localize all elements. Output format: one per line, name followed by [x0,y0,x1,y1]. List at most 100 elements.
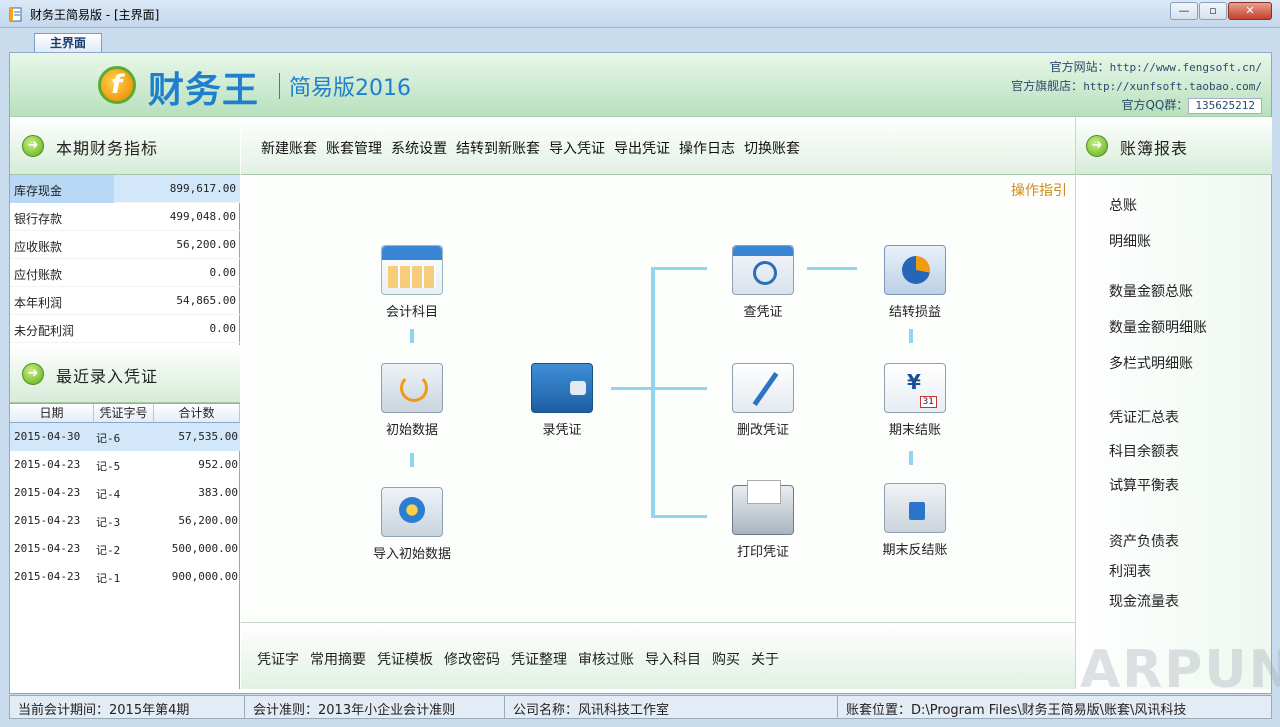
minimize-button[interactable]: — [1170,2,1198,20]
cell-total: 900,000.00 [171,570,238,583]
restore-button[interactable]: ▫ [1199,2,1227,20]
reports-panel: ➜ 账簿报表 总账 明细账 数量金额总账 数量金额明细账 多栏式明细账 凭证汇总… [1075,117,1272,689]
node-label: 结转损益 [888,305,941,320]
window-title: 财务王简易版 - [主界面] [30,8,160,22]
node-period-reopen[interactable]: 期末反结账 [855,483,975,558]
arrow-right-icon: ➜ [1086,135,1108,157]
metrics-title: 本期财务指标 [56,139,159,158]
node-label: 会计科目 [385,305,438,320]
metric-row[interactable]: 本年利润 54,865.00 [10,287,240,315]
menu-new-book[interactable]: 新建账套 [261,138,317,158]
report-voucher-summary[interactable]: 凭证汇总表 [1109,407,1179,427]
cell-no: 记-1 [96,572,121,585]
node-accounts[interactable]: 会计科目 [352,245,472,320]
status-bar: 当前会计期间：2015年第4期 会计准则：2013年小企业会计准则 公司名称：风… [9,695,1272,719]
table-row[interactable]: 2015-04-23 记-5 952.00 [10,451,240,479]
report-income-statement[interactable]: 利润表 [1109,561,1151,581]
node-init-data[interactable]: 初始数据 [352,363,472,438]
tool-voucher-tidy[interactable]: 凭证整理 [511,649,567,669]
tool-buy[interactable]: 购买 [712,649,740,669]
menu-import-voucher[interactable]: 导入凭证 [549,138,605,158]
node-record-voucher[interactable]: 录凭证 [502,363,622,438]
menu-system-settings[interactable]: 系统设置 [391,138,447,158]
table-row[interactable]: 2015-04-23 记-1 900,000.00 [10,563,240,591]
node-edit-voucher[interactable]: 删改凭证 [703,363,823,438]
menu-carry-forward[interactable]: 结转到新账套 [456,138,540,158]
metrics-header: ➜ 本期财务指标 [10,117,240,175]
node-print-voucher[interactable]: 打印凭证 [703,480,823,560]
table-row[interactable]: 2015-04-23 记-3 56,200.00 [10,507,240,535]
menu-export-voucher[interactable]: 导出凭证 [614,138,670,158]
node-transfer-pl[interactable]: 结转损益 [855,245,975,320]
node-period-close[interactable]: 期末结账 [855,363,975,438]
report-general-ledger[interactable]: 总账 [1109,195,1137,215]
menu-operation-log[interactable]: 操作日志 [679,138,735,158]
flow-arrow [909,451,913,465]
metric-row[interactable]: 银行存款 499,048.00 [10,203,240,231]
col-voucher-no[interactable]: 凭证字号 [94,404,154,422]
shop-link[interactable]: http://xunfsoft.taobao.com/ [1083,80,1262,93]
site-link[interactable]: http://www.fengsoft.cn/ [1110,61,1262,74]
metric-row[interactable]: 应收账款 56,200.00 [10,231,240,259]
menu-switch-book[interactable]: 切换账套 [744,138,800,158]
vouchers-header: ➜ 最近录入凭证 [10,345,240,403]
flow-arrow [909,329,913,343]
flow-arrow [651,267,707,270]
cell-date: 2015-04-30 [14,430,81,443]
flow-arrow [651,387,707,390]
metric-label: 库存现金 [14,184,63,198]
cell-no: 记-3 [96,516,121,529]
close-button[interactable]: ✕ [1228,2,1272,20]
table-row[interactable]: 2015-04-23 记-2 500,000.00 [10,535,240,563]
cell-no: 记-2 [96,544,121,557]
cell-date: 2015-04-23 [14,458,81,471]
report-cash-flow[interactable]: 现金流量表 [1109,591,1179,611]
report-qty-detail[interactable]: 数量金额明细账 [1109,317,1207,337]
node-import-init[interactable]: 导入初始数据 [352,487,472,562]
metric-row[interactable]: 应付账款 0.00 [10,259,240,287]
report-balance-sheet[interactable]: 资产负债表 [1109,531,1179,551]
cell-date: 2015-04-23 [14,486,81,499]
node-query-voucher[interactable]: 查凭证 [703,245,823,320]
guide-link[interactable]: 操作指引 [1011,180,1067,200]
tool-import-accounts[interactable]: 导入科目 [645,649,701,669]
voucher-book-icon [531,363,593,413]
flow-arrow [410,329,414,343]
node-label: 查凭证 [743,305,783,320]
tool-voucher-template[interactable]: 凭证模板 [377,649,433,669]
tool-about[interactable]: 关于 [751,649,779,669]
cell-total: 500,000.00 [171,542,238,555]
tool-common-summary[interactable]: 常用摘要 [310,649,366,669]
qq-label: 官方QQ群： [1121,98,1189,112]
printer-icon [732,480,794,535]
table-row[interactable]: 2015-04-30 记-6 57,535.00 [10,423,240,451]
menu-book-manage[interactable]: 账套管理 [326,138,382,158]
report-trial-balance[interactable]: 试算平衡表 [1109,475,1179,495]
qq-field[interactable]: 135625212 [1188,98,1262,114]
top-toolbar: 新建账套 账套管理 系统设置 结转到新账套 导入凭证 导出凭证 操作日志 切换账… [241,117,1075,175]
main-frame: f 财务王 简易版2016 官方网站：http://www.fengsoft.c… [9,52,1272,694]
tool-audit-post[interactable]: 审核过账 [578,649,634,669]
table-row[interactable]: 2015-04-23 记-4 383.00 [10,479,240,507]
brand-edition: 简易版2016 [289,76,411,101]
logo-divider [279,73,280,99]
col-date[interactable]: 日期 [10,404,94,422]
report-multi-column[interactable]: 多栏式明细账 [1109,353,1193,373]
monitor-icon [381,363,443,413]
report-qty-general[interactable]: 数量金额总账 [1109,281,1193,301]
tool-voucher-type[interactable]: 凭证字 [257,649,299,669]
metric-row[interactable]: 库存现金 899,617.00 [10,175,240,203]
cell-total: 383.00 [198,486,238,499]
flow-arrow [410,453,414,467]
metric-row[interactable]: 未分配利润 0.00 [10,315,240,343]
col-total[interactable]: 合计数 [154,404,240,422]
report-account-balance[interactable]: 科目余额表 [1109,441,1179,461]
edit-notebook-icon [732,363,794,413]
metric-label: 应付账款 [14,268,63,282]
workflow-canvas: 操作指引 会计科目 初始数据 导入初始数据 录凭证 查凭证 删改凭证 打印凭证 … [241,175,1075,623]
tool-change-password[interactable]: 修改密码 [444,649,500,669]
tab-main[interactable]: 主界面 [34,33,102,53]
cell-date: 2015-04-23 [14,570,81,583]
status-period: 当前会计期间：2015年第4期 [10,696,245,718]
report-detail-ledger[interactable]: 明细账 [1109,231,1151,251]
